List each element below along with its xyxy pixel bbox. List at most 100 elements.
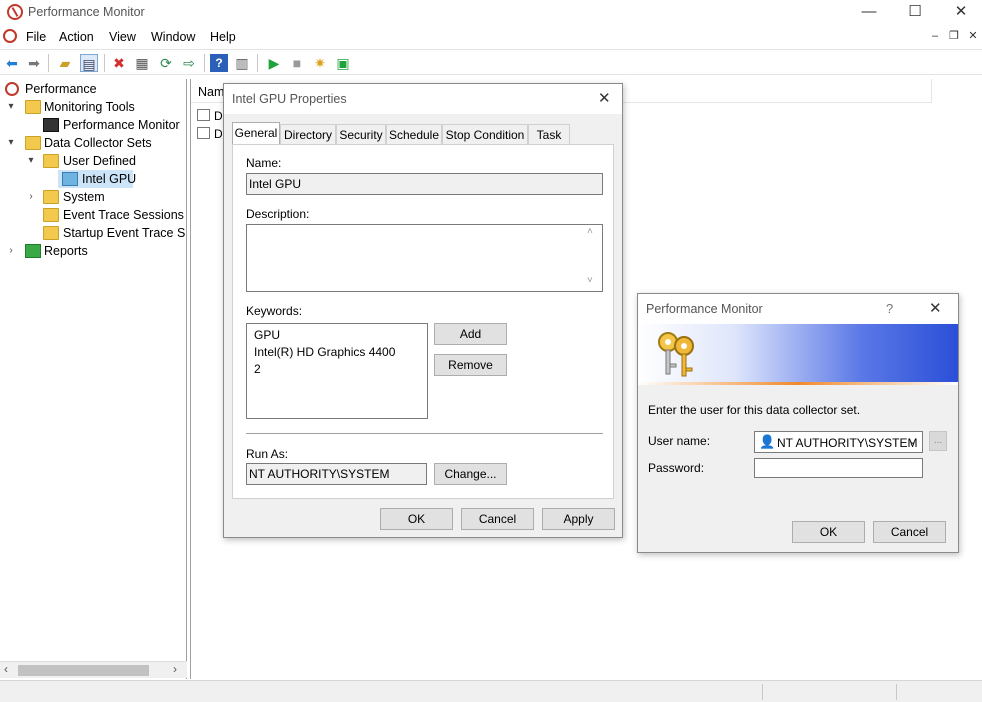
menu-window[interactable]: Window bbox=[151, 30, 195, 44]
folder-icon bbox=[25, 136, 41, 150]
tree-node-monitoring-tools[interactable]: ▾ Monitoring Tools bbox=[4, 98, 184, 116]
navigation-tree: Performance ▾ Monitoring Tools Performan… bbox=[0, 79, 187, 679]
apply-button[interactable]: Apply bbox=[542, 508, 615, 530]
chevron-down-icon[interactable]: ▾ bbox=[6, 134, 16, 152]
tree-node-event-trace-sessions[interactable]: Event Trace Sessions bbox=[4, 206, 184, 224]
toolbar-separator bbox=[48, 54, 49, 72]
show-hide-tree-icon[interactable]: ▤ bbox=[80, 54, 98, 72]
help-button[interactable]: ? bbox=[886, 301, 893, 316]
scroll-down-icon[interactable]: ˅ bbox=[587, 275, 593, 286]
close-icon[interactable]: ✕ bbox=[929, 299, 942, 317]
ok-button[interactable]: OK bbox=[792, 521, 865, 543]
window-title: Performance Monitor bbox=[28, 5, 145, 19]
delete-icon[interactable]: ✖ bbox=[110, 54, 128, 72]
scroll-up-icon[interactable]: ˄ bbox=[587, 226, 593, 237]
chevron-down-icon[interactable]: ⌄ bbox=[908, 434, 917, 447]
add-keyword-button[interactable]: Add bbox=[434, 323, 507, 345]
forward-arrow-icon[interactable]: ➡ bbox=[25, 54, 43, 72]
back-arrow-icon[interactable]: ⬅ bbox=[3, 54, 21, 72]
description-label: Description: bbox=[246, 207, 310, 221]
tree-node-performance-monitor[interactable]: Performance Monitor bbox=[4, 116, 184, 134]
status-bar bbox=[0, 680, 982, 702]
title-bar: Performance Monitor — ☐ ✕ bbox=[0, 0, 982, 26]
performance-monitor-app-icon bbox=[7, 4, 23, 20]
export-list-icon[interactable]: ⇨ bbox=[180, 54, 198, 72]
intel-gpu-properties-dialog: Intel GPU Properties ✕ General Directory… bbox=[223, 83, 623, 538]
chevron-down-icon[interactable]: ▾ bbox=[26, 152, 36, 170]
tab-directory[interactable]: Directory bbox=[280, 124, 336, 145]
tab-general[interactable]: General bbox=[232, 122, 280, 145]
chevron-right-icon[interactable]: › bbox=[6, 242, 16, 260]
username-combobox[interactable]: 👤 NT AUTHORITY\SYSTEM ⌄ bbox=[754, 431, 923, 453]
password-label: Password: bbox=[648, 461, 705, 475]
maximize-button[interactable]: ☐ bbox=[892, 0, 938, 26]
run-as-field[interactable]: NT AUTHORITY\SYSTEM bbox=[246, 463, 427, 485]
run-as-user-dialog: Performance Monitor ? ✕ Enter the user f… bbox=[637, 293, 959, 553]
description-textarea[interactable]: ˄ ˅ bbox=[246, 224, 603, 292]
cancel-button[interactable]: Cancel bbox=[873, 521, 946, 543]
tree-node-system[interactable]: › System bbox=[4, 188, 184, 206]
tree-node-label: System bbox=[63, 190, 105, 204]
dialog-title-bar: Performance Monitor ? ✕ bbox=[638, 294, 958, 324]
keywords-label: Keywords: bbox=[246, 304, 303, 318]
tree-node-label: Intel GPU bbox=[82, 172, 137, 186]
tree-node-label: Performance Monitor bbox=[63, 118, 180, 132]
change-run-as-button[interactable]: Change... bbox=[434, 463, 507, 485]
properties-icon[interactable]: ▦ bbox=[133, 54, 151, 72]
stop-icon[interactable]: ■ bbox=[288, 54, 306, 72]
scrollbar-thumb[interactable] bbox=[18, 665, 149, 676]
tree-horizontal-scrollbar[interactable]: ‹ › bbox=[0, 661, 187, 678]
tree-node-startup-event-trace-sessions[interactable]: Startup Event Trace Sess bbox=[4, 224, 185, 242]
scroll-right-icon[interactable]: › bbox=[173, 662, 177, 676]
tab-schedule[interactable]: Schedule bbox=[386, 124, 442, 145]
ok-button[interactable]: OK bbox=[380, 508, 453, 530]
run-as-label: Run As: bbox=[246, 447, 289, 461]
separator-line bbox=[246, 433, 603, 434]
user-icon: 👤 bbox=[759, 434, 776, 449]
name-field[interactable]: Intel GPU bbox=[246, 173, 603, 195]
chevron-right-icon[interactable]: › bbox=[26, 188, 36, 206]
tree-node-intel-gpu[interactable]: Intel GPU bbox=[58, 170, 137, 188]
menu-help[interactable]: Help bbox=[210, 30, 236, 44]
tree-node-label: User Defined bbox=[63, 154, 136, 168]
keyword-item[interactable]: GPU bbox=[254, 328, 280, 342]
menu-view[interactable]: View bbox=[109, 30, 136, 44]
tab-task[interactable]: Task bbox=[528, 124, 570, 145]
folder-up-icon[interactable]: ▰ bbox=[56, 54, 74, 72]
browse-user-button[interactable]: ... bbox=[929, 431, 947, 451]
column-header-name[interactable]: Nam bbox=[198, 85, 224, 99]
status-divider bbox=[896, 684, 897, 700]
start-icon[interactable]: ▶ bbox=[265, 54, 283, 72]
dialog-title-bar: Intel GPU Properties ✕ bbox=[224, 84, 622, 114]
show-action-pane-icon[interactable]: ▥ bbox=[233, 54, 251, 72]
tree-node-reports[interactable]: › Reports bbox=[4, 242, 184, 260]
menu-file[interactable]: File bbox=[26, 30, 46, 44]
tree-node-user-defined[interactable]: ▾ User Defined bbox=[4, 152, 184, 170]
chevron-down-icon[interactable]: ▾ bbox=[6, 98, 16, 116]
close-window-button[interactable]: ✕ bbox=[938, 0, 982, 26]
tab-security[interactable]: Security bbox=[336, 124, 386, 145]
scroll-left-icon[interactable]: ‹ bbox=[4, 662, 8, 676]
tree-node-data-collector-sets[interactable]: ▾ Data Collector Sets bbox=[4, 134, 184, 152]
mdi-close-button[interactable]: ✕ bbox=[964, 28, 982, 46]
close-icon[interactable]: ✕ bbox=[598, 89, 611, 107]
keywords-listbox[interactable]: GPU Intel(R) HD Graphics 4400 2 bbox=[246, 323, 428, 419]
new-icon[interactable]: ✷ bbox=[311, 54, 329, 72]
password-field[interactable] bbox=[754, 458, 923, 478]
keyword-item[interactable]: 2 bbox=[254, 362, 261, 376]
help-icon[interactable]: ? bbox=[210, 54, 228, 72]
minimize-button[interactable]: — bbox=[846, 0, 892, 26]
cancel-button[interactable]: Cancel bbox=[461, 508, 534, 530]
menu-action[interactable]: Action bbox=[59, 30, 94, 44]
refresh-icon[interactable]: ⟳ bbox=[157, 54, 175, 72]
tab-stop-condition[interactable]: Stop Condition bbox=[442, 124, 528, 145]
system-menu-icon[interactable] bbox=[3, 29, 17, 43]
keyword-item[interactable]: Intel(R) HD Graphics 4400 bbox=[254, 345, 395, 359]
tree-node-performance[interactable]: Performance bbox=[4, 80, 184, 98]
save-icon[interactable]: ▣ bbox=[334, 54, 352, 72]
remove-keyword-button[interactable]: Remove bbox=[434, 354, 507, 376]
tree-node-label: Data Collector Sets bbox=[44, 136, 152, 150]
monitor-chart-icon bbox=[43, 118, 59, 132]
mdi-restore-button[interactable]: ❐ bbox=[945, 28, 963, 46]
mdi-minimize-button[interactable]: – bbox=[926, 28, 944, 46]
